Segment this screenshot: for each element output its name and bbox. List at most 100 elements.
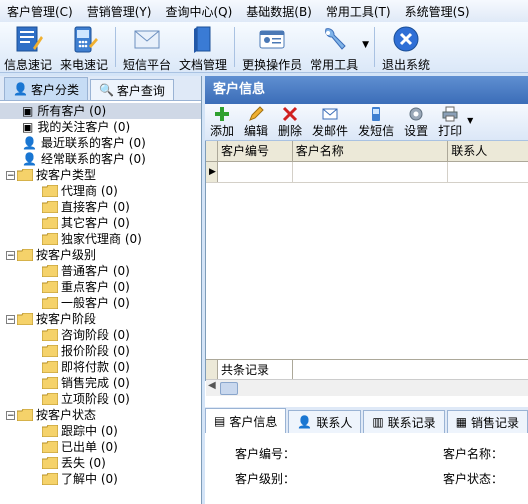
tab-label: 销售记录 xyxy=(471,415,520,430)
tree-item-recent[interactable]: 👤 最近联系的客户 (0) xyxy=(0,135,201,151)
tree-item-other[interactable]: 其它客户 (0) xyxy=(0,215,201,231)
tree-group-by-level[interactable]: − 按客户级别 xyxy=(0,247,201,263)
sms-icon xyxy=(372,107,381,121)
tree-item-learning[interactable]: 了解中 (0) xyxy=(0,471,201,487)
tree-item-lost[interactable]: 丢失 (0) xyxy=(0,455,201,471)
call-note-label: 来电速记 xyxy=(60,58,109,72)
tree-item-label: 直接客户 (0) xyxy=(61,200,130,214)
tab-contact-records[interactable]: ▥ 联系记录 xyxy=(363,410,445,433)
folder-icon xyxy=(42,201,58,213)
cell-customer-no[interactable] xyxy=(218,162,293,182)
tree-item-label: 跟踪中 (0) xyxy=(61,424,118,438)
tools-dropdown-arrow[interactable]: ▼ xyxy=(362,40,369,50)
send-mail-button[interactable]: 发邮件 xyxy=(307,104,353,139)
cell-customer-name[interactable] xyxy=(293,162,449,182)
tree-item-frequent[interactable]: 👤 经常联系的客户 (0) xyxy=(0,151,201,167)
add-button[interactable]: 添加 xyxy=(205,104,239,139)
print-button[interactable]: 打印 xyxy=(433,104,467,139)
scroll-left-icon[interactable]: ◀ xyxy=(208,380,216,391)
tree-item-label: 报价阶段 (0) xyxy=(61,344,130,358)
tree-item-agent[interactable]: 代理商 (0) xyxy=(0,183,201,199)
doc-manage-label: 文档管理 xyxy=(179,58,228,72)
settings-label: 设置 xyxy=(404,124,429,138)
magnifier-icon: 🔍 xyxy=(98,83,114,97)
column-header-customer-no[interactable]: 客户编号 xyxy=(218,141,293,161)
tab-customer-category[interactable]: 👤 客户分类 xyxy=(4,77,88,100)
tree-item-tracking[interactable]: 跟踪中 (0) xyxy=(0,423,201,439)
toolbar-separator xyxy=(234,27,236,67)
menu-customer[interactable]: 客户管理(C) xyxy=(0,3,80,20)
tree-group-by-type[interactable]: − 按客户类型 xyxy=(0,167,201,183)
doc-manage-button[interactable]: 文档管理 xyxy=(175,22,231,72)
tree-item-label: 经常联系的客户 (0) xyxy=(40,152,146,166)
change-operator-button[interactable]: 更换操作员 xyxy=(238,22,306,72)
folder-icon xyxy=(17,313,33,325)
folder-icon xyxy=(17,169,33,181)
horizontal-scrollbar[interactable]: ◀ xyxy=(206,379,528,396)
tree-item-normal[interactable]: 普通客户 (0) xyxy=(0,263,201,279)
send-sms-button[interactable]: 发短信 xyxy=(353,104,399,139)
left-tabs: 👤 客户分类 🔍 客户查询 xyxy=(0,76,201,101)
tab-contacts[interactable]: 👤 联系人 xyxy=(288,410,362,433)
tree-item-project[interactable]: 立项阶段 (0) xyxy=(0,391,201,407)
menu-tools[interactable]: 常用工具(T) xyxy=(319,3,398,20)
folder-icon xyxy=(42,345,58,357)
phone-icon xyxy=(69,24,99,54)
menu-basedata[interactable]: 基础数据(B) xyxy=(239,3,319,20)
collapse-toggle-icon[interactable]: − xyxy=(6,410,15,420)
tab-customer-query[interactable]: 🔍 客户查询 xyxy=(89,79,174,100)
folder-icon xyxy=(42,425,58,437)
collapse-toggle-icon[interactable]: − xyxy=(6,170,15,180)
tree-group-by-status[interactable]: − 按客户状态 xyxy=(0,407,201,423)
tree-group-label: 按客户阶段 xyxy=(36,312,97,326)
tree-item-payment[interactable]: 即将付款 (0) xyxy=(0,359,201,375)
quick-note-button[interactable]: 信息速记 xyxy=(0,22,56,72)
tree-item-exclusive[interactable]: 独家代理商 (0) xyxy=(0,231,201,247)
print-dropdown-arrow[interactable]: ▼ xyxy=(467,116,473,125)
info-card-icon: ▤ xyxy=(214,414,226,428)
customer-detail: 客户编号： 客户名称： 客户级别： 客户状态： xyxy=(205,433,528,504)
tree-item-label: 已出单 (0) xyxy=(61,440,118,454)
folder-icon xyxy=(42,281,58,293)
person-icon: 👤 xyxy=(22,152,37,166)
scroll-thumb[interactable] xyxy=(220,382,238,395)
table-row[interactable]: ▶ xyxy=(206,162,528,183)
tree-item-sold[interactable]: 销售完成 (0) xyxy=(0,375,201,391)
settings-button[interactable]: 设置 xyxy=(399,104,433,139)
main-toolbar: 信息速记 来电速记 短信平台 文档管理 更换操作员 常用工具 ▼ 退出系统 xyxy=(0,22,528,73)
detail-tabs: ▤ 客户信息 👤 联系人 ▥ 联系记录 ▦ 销售记录 xyxy=(205,407,528,434)
collapse-toggle-icon[interactable]: − xyxy=(6,250,15,260)
cell-contact[interactable] xyxy=(448,162,528,182)
tree-item-label: 立项阶段 (0) xyxy=(61,392,130,406)
tab-sales-records[interactable]: ▦ 销售记录 xyxy=(446,410,528,433)
tree-item-ordered[interactable]: 已出单 (0) xyxy=(0,439,201,455)
tab-customer-info[interactable]: ▤ 客户信息 xyxy=(205,408,287,433)
tree-item-quote[interactable]: 报价阶段 (0) xyxy=(0,343,201,359)
tree-item-direct[interactable]: 直接客户 (0) xyxy=(0,199,201,215)
edit-button[interactable]: 编辑 xyxy=(239,104,273,139)
tree-item-general[interactable]: 一般客户 (0) xyxy=(0,295,201,311)
edit-label: 编辑 xyxy=(244,124,269,138)
exit-label: 退出系统 xyxy=(382,58,431,72)
delete-button[interactable]: 删除 xyxy=(273,104,307,139)
send-mail-label: 发邮件 xyxy=(312,124,349,138)
tree-group-by-stage[interactable]: − 按客户阶段 xyxy=(0,311,201,327)
tree-item-consult[interactable]: 咨询阶段 (0) xyxy=(0,327,201,343)
column-header-contact[interactable]: 联系人 xyxy=(448,141,528,161)
toolbar-separator xyxy=(374,27,376,67)
tree-item-key[interactable]: 重点客户 (0) xyxy=(0,279,201,295)
column-header-customer-name[interactable]: 客户名称 xyxy=(293,141,449,161)
menu-query[interactable]: 查询中心(Q) xyxy=(158,3,239,20)
add-label: 添加 xyxy=(210,124,235,138)
collapse-toggle-icon[interactable]: − xyxy=(6,314,15,324)
call-note-button[interactable]: 来电速记 xyxy=(56,22,112,72)
sms-platform-button[interactable]: 短信平台 xyxy=(119,22,175,72)
tree-item-all-customers[interactable]: ▣ 所有客户 (0) xyxy=(0,103,201,119)
tree-item-followed[interactable]: ▣ 我的关注客户 (0) xyxy=(0,119,201,135)
customer-grid: 客户编号 客户名称 联系人 ▶ 共条记录 ◀ xyxy=(205,141,528,396)
menu-marketing[interactable]: 营销管理(Y) xyxy=(80,3,159,20)
menu-system[interactable]: 系统管理(S) xyxy=(398,3,477,20)
common-tools-button[interactable]: 常用工具 xyxy=(306,22,362,72)
folder-icon xyxy=(17,409,33,421)
exit-button[interactable]: 退出系统 xyxy=(378,22,434,72)
